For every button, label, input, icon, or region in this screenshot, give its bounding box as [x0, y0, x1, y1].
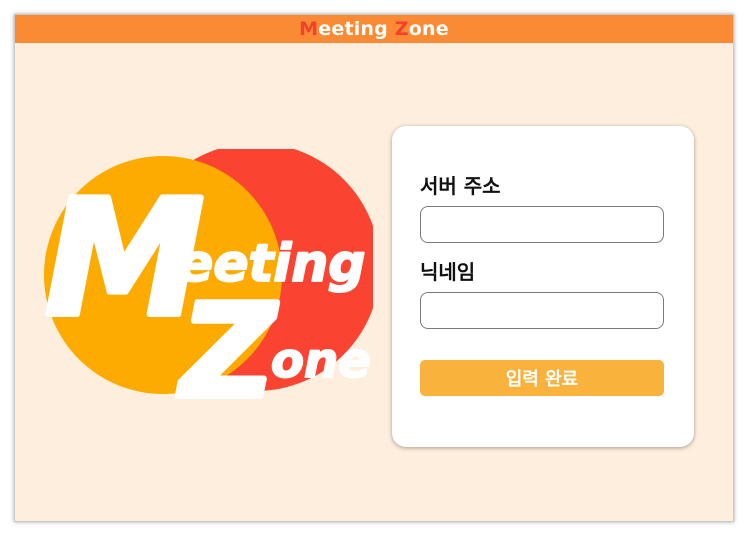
server-address-input[interactable] — [420, 206, 664, 243]
app-title-part-one: one — [408, 18, 449, 40]
title-bar: Meeting Zone — [15, 15, 733, 43]
app-title: Meeting Zone — [299, 18, 449, 40]
nickname-input[interactable] — [420, 292, 664, 329]
logo-word-one: one — [271, 333, 371, 389]
app-window: Meeting Zone M eeting Z one 서버 주소 닉네임 입력… — [14, 14, 734, 522]
connect-form-card: 서버 주소 닉네임 입력 완료 — [392, 126, 694, 447]
logo-letter-z: Z — [177, 276, 278, 399]
submit-button[interactable]: 입력 완료 — [420, 360, 664, 396]
meeting-zone-logo: M eeting Z one — [42, 149, 373, 399]
app-title-initial-m: M — [299, 18, 319, 40]
app-title-initial-z: Z — [394, 18, 409, 40]
nickname-label: 닉네임 — [420, 260, 476, 284]
app-title-part-eeting: eeting — [318, 18, 395, 40]
server-address-label: 서버 주소 — [420, 174, 501, 198]
